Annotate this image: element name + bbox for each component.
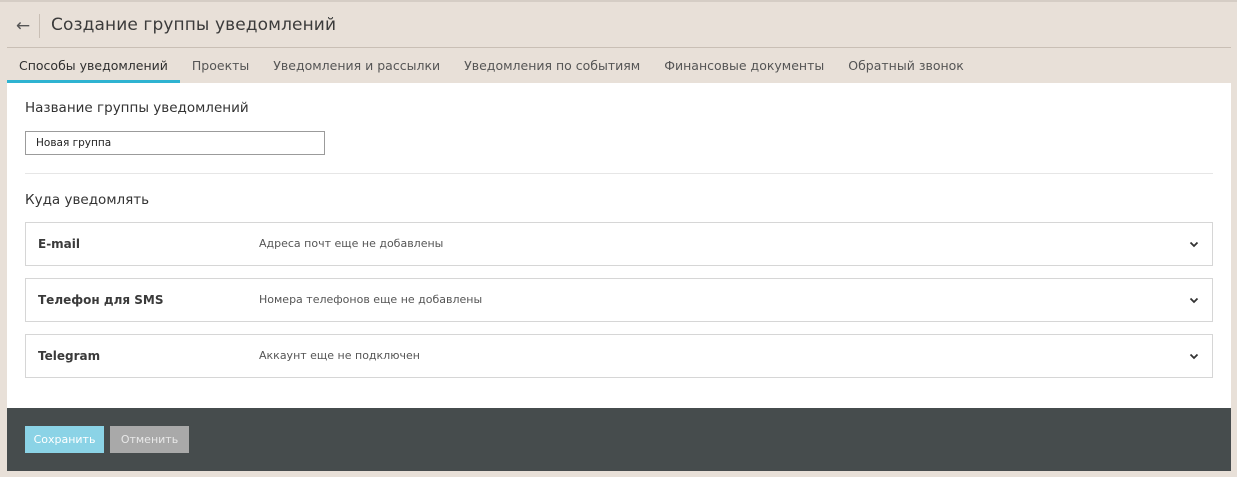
chevron-down-icon xyxy=(1189,241,1199,248)
targets-title: Куда уведомлять xyxy=(25,192,150,208)
tab-financial-documents[interactable]: Финансовые документы xyxy=(652,48,836,83)
accordion-label: Телефон для SMS xyxy=(38,293,164,307)
tab-notification-methods[interactable]: Способы уведомлений xyxy=(7,48,180,83)
accordion-email[interactable]: E-mail Адреса почт еще не добавлены xyxy=(25,222,1213,266)
group-name-title: Название группы уведомлений xyxy=(25,100,249,116)
accordion-status: Адреса почт еще не добавлены xyxy=(259,237,444,250)
section-separator xyxy=(25,173,1213,174)
form-card: Название группы уведомлений Куда уведомл… xyxy=(7,83,1231,408)
save-button[interactable]: Сохранить xyxy=(25,426,104,453)
accordion-sms[interactable]: Телефон для SMS Номера телефонов еще не … xyxy=(25,278,1213,322)
form-footer: Сохранить Отменить xyxy=(7,408,1231,471)
accordion-status: Аккаунт еще не подключен xyxy=(259,349,420,362)
accordion-label: Telegram xyxy=(38,349,101,363)
header-divider xyxy=(39,14,40,38)
tab-callback[interactable]: Обратный звонок xyxy=(836,48,976,83)
tab-projects[interactable]: Проекты xyxy=(180,48,261,83)
cancel-button[interactable]: Отменить xyxy=(110,426,189,453)
arrow-left-icon: ← xyxy=(15,15,31,36)
accordion-telegram[interactable]: Telegram Аккаунт еще не подключен xyxy=(25,334,1213,378)
app-frame: ← Создание группы уведомлений Способы ув… xyxy=(0,0,1237,477)
page-title: Создание группы уведомлений xyxy=(51,15,337,35)
back-button[interactable]: ← xyxy=(7,4,39,47)
tab-notifications-and-mailings[interactable]: Уведомления и рассылки xyxy=(261,48,452,83)
tab-event-notifications[interactable]: Уведомления по событиям xyxy=(452,48,652,83)
chevron-down-icon xyxy=(1189,353,1199,360)
accordion-status: Номера телефонов еще не добавлены xyxy=(259,293,483,306)
tab-bar: Способы уведомлений Проекты Уведомления … xyxy=(7,48,1231,83)
page-header: ← Создание группы уведомлений xyxy=(7,4,1231,48)
group-name-input[interactable] xyxy=(25,131,325,155)
chevron-down-icon xyxy=(1189,297,1199,304)
accordion-label: E-mail xyxy=(38,237,81,251)
